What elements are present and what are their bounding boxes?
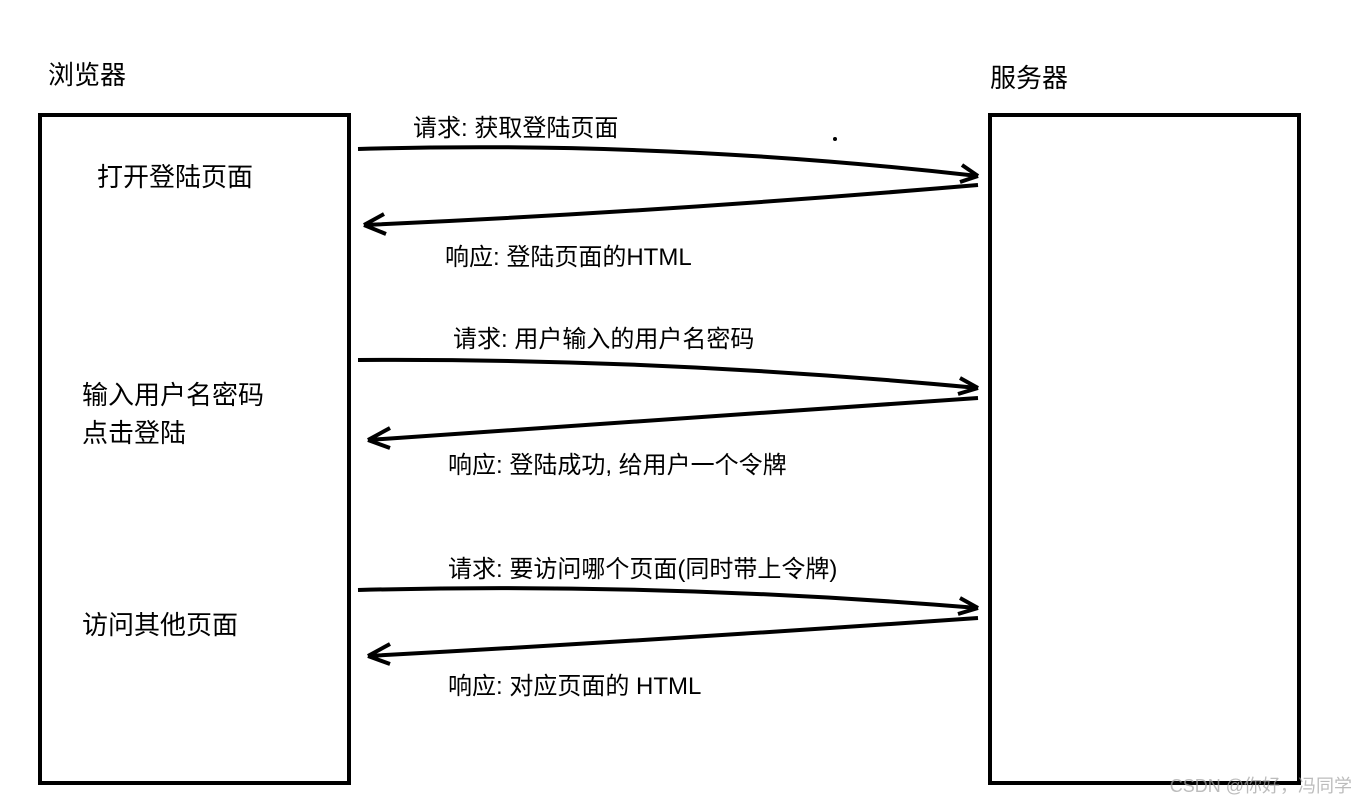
browser-title: 浏览器	[48, 55, 126, 92]
arrow-req-2	[358, 360, 978, 394]
label-req-3: 请求: 要访问哪个页面(同时带上令牌)	[448, 549, 837, 584]
label-res-2: 响应: 登陆成功, 给用户一个令牌	[448, 445, 787, 480]
server-title: 服务器	[990, 58, 1068, 95]
label-req-1: 请求: 获取登陆页面	[413, 108, 618, 143]
label-req-2: 请求: 用户输入的用户名密码	[453, 319, 754, 354]
label-res-3: 响应: 对应页面的 HTML	[448, 666, 701, 701]
arrow-res-2	[368, 398, 978, 448]
arrow-req-3	[358, 588, 978, 614]
arrow-res-3	[368, 618, 978, 664]
arrow-req-1	[358, 147, 978, 182]
browser-step-3: 访问其他页面	[82, 605, 238, 642]
watermark: CSDN @你好，冯同学	[1170, 772, 1352, 798]
stray-dot	[833, 137, 837, 141]
browser-step-2-line2: 点击登陆	[82, 413, 186, 450]
browser-box: 打开登陆页面 输入用户名密码 点击登陆 访问其他页面	[38, 113, 351, 785]
arrow-res-1	[364, 185, 978, 234]
browser-step-2-line1: 输入用户名密码	[82, 375, 264, 412]
label-res-1: 响应: 登陆页面的HTML	[445, 237, 692, 272]
browser-step-1: 打开登陆页面	[97, 157, 253, 194]
server-box	[988, 113, 1301, 785]
